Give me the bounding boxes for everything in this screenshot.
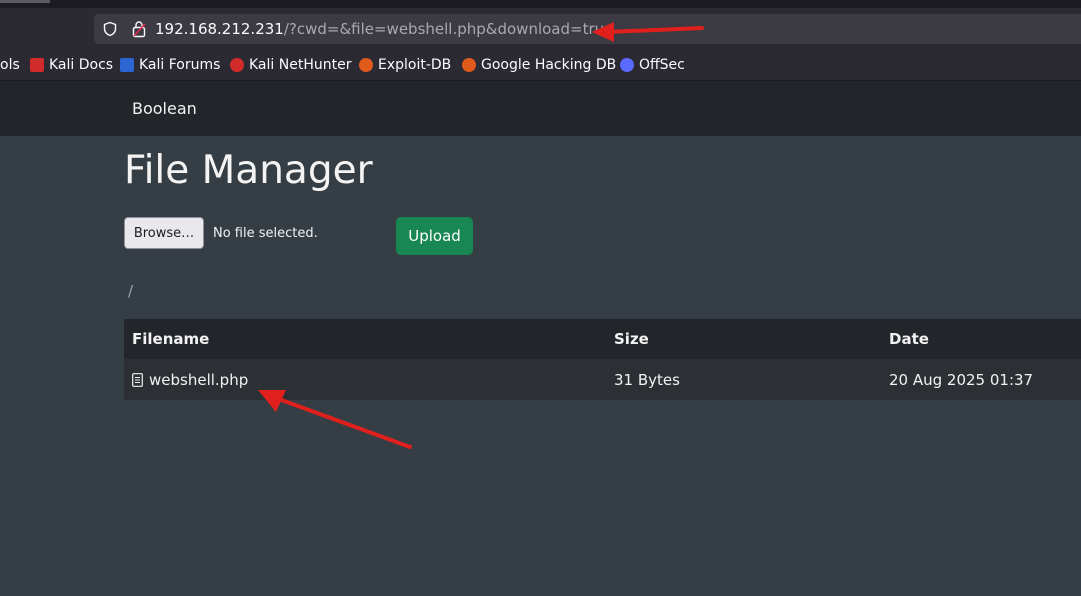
bookmark-offsec[interactable]: OffSec — [620, 56, 685, 74]
lock-icon[interactable] — [131, 20, 147, 38]
date-cell: 20 Aug 2025 01:37 — [889, 370, 1034, 389]
bookmark-label: ols — [0, 57, 20, 73]
filename-cell[interactable]: webshell.php — [132, 359, 248, 400]
url-text[interactable]: 192.168.212.231/?cwd=&file=webshell.php&… — [155, 19, 613, 39]
window-top-strip — [0, 0, 1081, 8]
kali-docs-icon — [30, 58, 44, 72]
bookmark-kali-forums[interactable]: Kali Forums — [120, 56, 220, 74]
address-bar[interactable]: 192.168.212.231/?cwd=&file=webshell.php&… — [94, 14, 1081, 44]
bookmark-exploit-db[interactable]: Exploit-DB — [359, 56, 451, 74]
url-path: /?cwd=&file=webshell.php&download=true — [283, 20, 614, 38]
bookmark-label: Google Hacking DB — [481, 57, 617, 73]
kali-nethunter-icon — [230, 58, 244, 72]
exploit-db-icon — [359, 58, 373, 72]
header-filename: Filename — [132, 330, 210, 348]
bookmark-kali-nethunter[interactable]: Kali NetHunter — [230, 56, 351, 74]
size-cell: 31 Bytes — [614, 370, 680, 389]
ghdb-icon — [462, 58, 476, 72]
bookmark-label: Kali Docs — [49, 57, 114, 73]
no-file-selected-text: No file selected. — [213, 226, 318, 241]
navbar-brand[interactable]: Boolean — [132, 99, 197, 118]
bookmarks-toolbar: ols Kali Docs Kali Forums Kali NetHunter… — [0, 50, 1081, 81]
header-date: Date — [889, 330, 929, 348]
bookmark-google-hacking-db[interactable]: Google Hacking DB — [462, 56, 616, 74]
app-navbar: Boolean — [0, 81, 1081, 136]
tab-edge[interactable] — [0, 0, 50, 3]
file-icon — [132, 372, 143, 387]
header-size: Size — [614, 330, 649, 348]
file-table: Filename Size Date webshell.php 31 Bytes… — [124, 319, 1081, 400]
filename-link[interactable]: webshell.php — [149, 371, 248, 389]
bookmark-kali-docs[interactable]: Kali Docs — [30, 56, 113, 74]
kali-forums-icon — [120, 58, 134, 72]
table-header: Filename Size Date — [124, 319, 1081, 359]
upload-button[interactable]: Upload — [396, 217, 473, 255]
url-host: 192.168.212.231 — [155, 20, 284, 38]
page-title: File Manager — [124, 148, 373, 193]
offsec-icon — [620, 58, 634, 72]
bookmark-label: Exploit-DB — [378, 57, 452, 73]
bookmark-label: Kali NetHunter — [249, 57, 352, 73]
bookmark-label: Kali Forums — [139, 57, 221, 73]
breadcrumb[interactable]: / — [128, 282, 133, 300]
bookmark-tools[interactable]: ols — [0, 56, 20, 74]
shield-icon[interactable] — [102, 21, 118, 37]
browser-navigation-row: 192.168.212.231/?cwd=&file=webshell.php&… — [0, 8, 1081, 50]
browse-button[interactable]: Browse… — [124, 217, 204, 249]
table-row: webshell.php 31 Bytes 20 Aug 2025 01:37 — [124, 359, 1081, 400]
bookmark-label: OffSec — [639, 57, 685, 73]
